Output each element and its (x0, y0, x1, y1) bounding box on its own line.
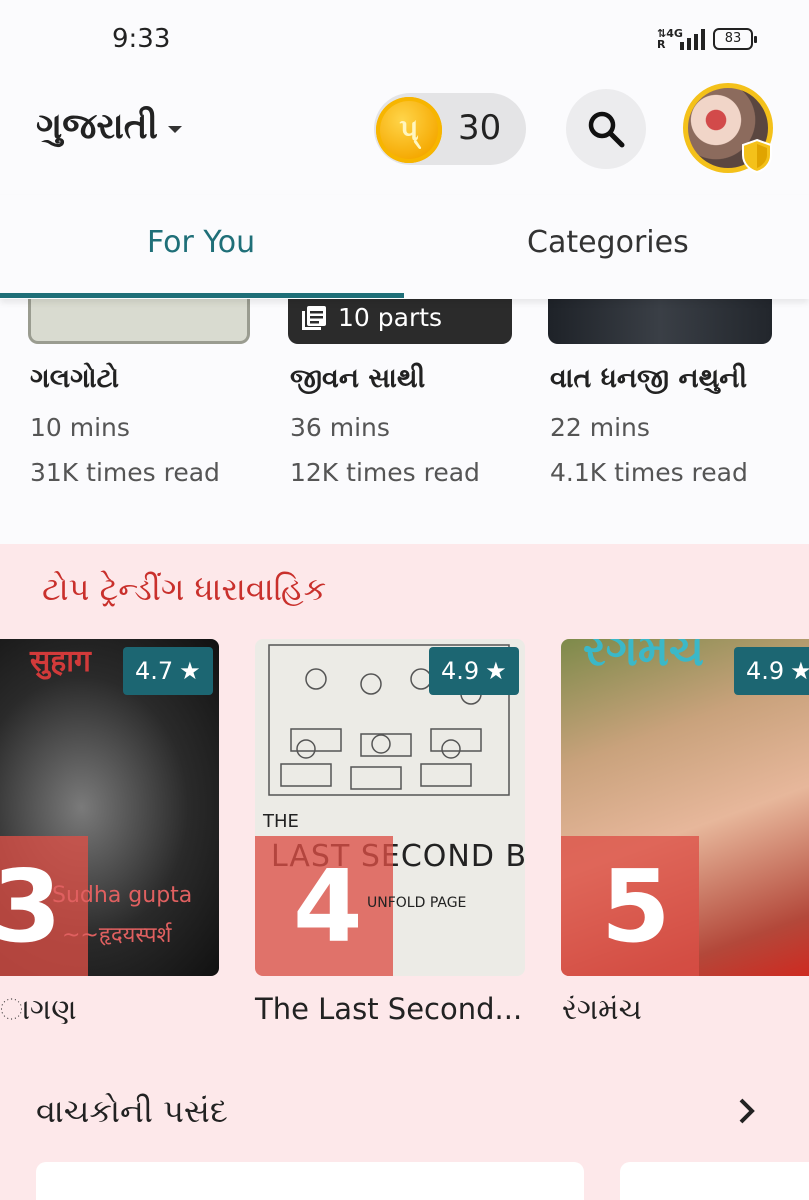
star-icon: ★ (790, 657, 809, 685)
story-read-time: 10 mins (30, 413, 130, 442)
rank-number: 4 (293, 848, 363, 965)
rating-badge: 4.9 ★ (734, 647, 809, 695)
story-read-count: 4.1K times read (550, 458, 748, 487)
cover-text: Sudha gupta (52, 883, 193, 908)
cover-text: UNFOLD PAGE (367, 895, 467, 911)
tab-for-you[interactable]: For You (147, 225, 255, 260)
trending-card[interactable]: सुहाग 4.7 ★ 3 Sudha gupta ~~हृदयस्पर्श (0, 639, 219, 976)
search-button[interactable] (566, 89, 646, 169)
parts-badge: 10 parts (300, 303, 442, 332)
story-title: જીવન સાથી (290, 363, 426, 394)
readers-choice-card[interactable] (620, 1162, 809, 1200)
story-card[interactable]: ગલગોટો 10 mins 31K times read (30, 363, 270, 487)
book-parts-icon (302, 305, 326, 330)
trending-title[interactable]: ાગણ (0, 992, 77, 1027)
status-bar: 9:33 ⇅4G R 83 (0, 0, 809, 80)
cover-text: રંગમંચ (583, 639, 705, 676)
search-icon (588, 111, 625, 148)
story-card[interactable]: વાત ધનજી નથુની 22 mins 4.1K times read (550, 363, 790, 487)
shield-badge-icon (742, 138, 772, 174)
chevron-right-icon[interactable] (736, 1096, 758, 1126)
trending-title[interactable]: રંગમંચ (562, 992, 642, 1027)
status-time: 9:33 (112, 24, 171, 54)
cover-text: सुहाग (30, 644, 91, 679)
story-cover[interactable] (28, 299, 250, 344)
story-read-count: 31K times read (30, 458, 220, 487)
section-title: ટોપ ટ્રેન્ડીંગ ધારાવાહિક (42, 570, 327, 608)
coins-button[interactable]: પ્ 30 (374, 93, 526, 165)
story-row: 10 parts ગલગોટો 10 mins 31K times read જ… (0, 299, 809, 544)
coin-icon: પ્ (376, 97, 442, 163)
trending-card[interactable]: રંગમંચ 4.9 ★ 5 (561, 639, 809, 976)
star-icon: ★ (485, 657, 507, 685)
rating-badge: 4.9 ★ (429, 647, 519, 695)
readers-choice-card[interactable] (36, 1162, 584, 1200)
app-header: ગુજરાતી પ્ 30 (0, 80, 809, 180)
tab-categories[interactable]: Categories (527, 225, 689, 260)
signal-strength-icon (680, 28, 705, 50)
rating-badge: 4.7 ★ (123, 647, 213, 695)
parts-count: 10 parts (338, 303, 443, 332)
active-tab-indicator (0, 293, 404, 298)
caret-down-icon (167, 125, 182, 133)
story-cover[interactable] (548, 299, 772, 344)
language-selector[interactable]: ગુજરાતી (36, 106, 182, 148)
cover-text: ~~हृदयस्पर्श (62, 923, 172, 948)
cover-text: THE (263, 811, 299, 832)
story-read-time: 22 mins (550, 413, 650, 442)
story-title: વાત ધનજી નથુની (550, 363, 748, 394)
story-read-count: 12K times read (290, 458, 480, 487)
trending-title[interactable]: The Last Second... (255, 992, 522, 1026)
trending-card[interactable]: 4.9★ THE LAST SECOND BENCH 4 UNFOLD PAGE (255, 639, 525, 976)
rank-number: 5 (601, 848, 671, 965)
battery-icon: 83 (713, 28, 757, 50)
trending-section: ટોપ ટ્રેન્ડીંગ ધારાવાહિક सुहाग 4.7 ★ 3 Su… (0, 544, 809, 1200)
story-title: ગલગોટો (30, 363, 120, 394)
story-card[interactable]: જીવન સાથી 36 mins 12K times read (290, 363, 530, 487)
tab-bar: For You Categories (0, 195, 809, 299)
section-title: વાચકોની પસંદ (36, 1092, 228, 1130)
language-label: ગુજરાતી (36, 106, 158, 147)
story-read-time: 36 mins (290, 413, 390, 442)
coin-count: 30 (458, 108, 502, 148)
star-icon: ★ (179, 657, 201, 685)
